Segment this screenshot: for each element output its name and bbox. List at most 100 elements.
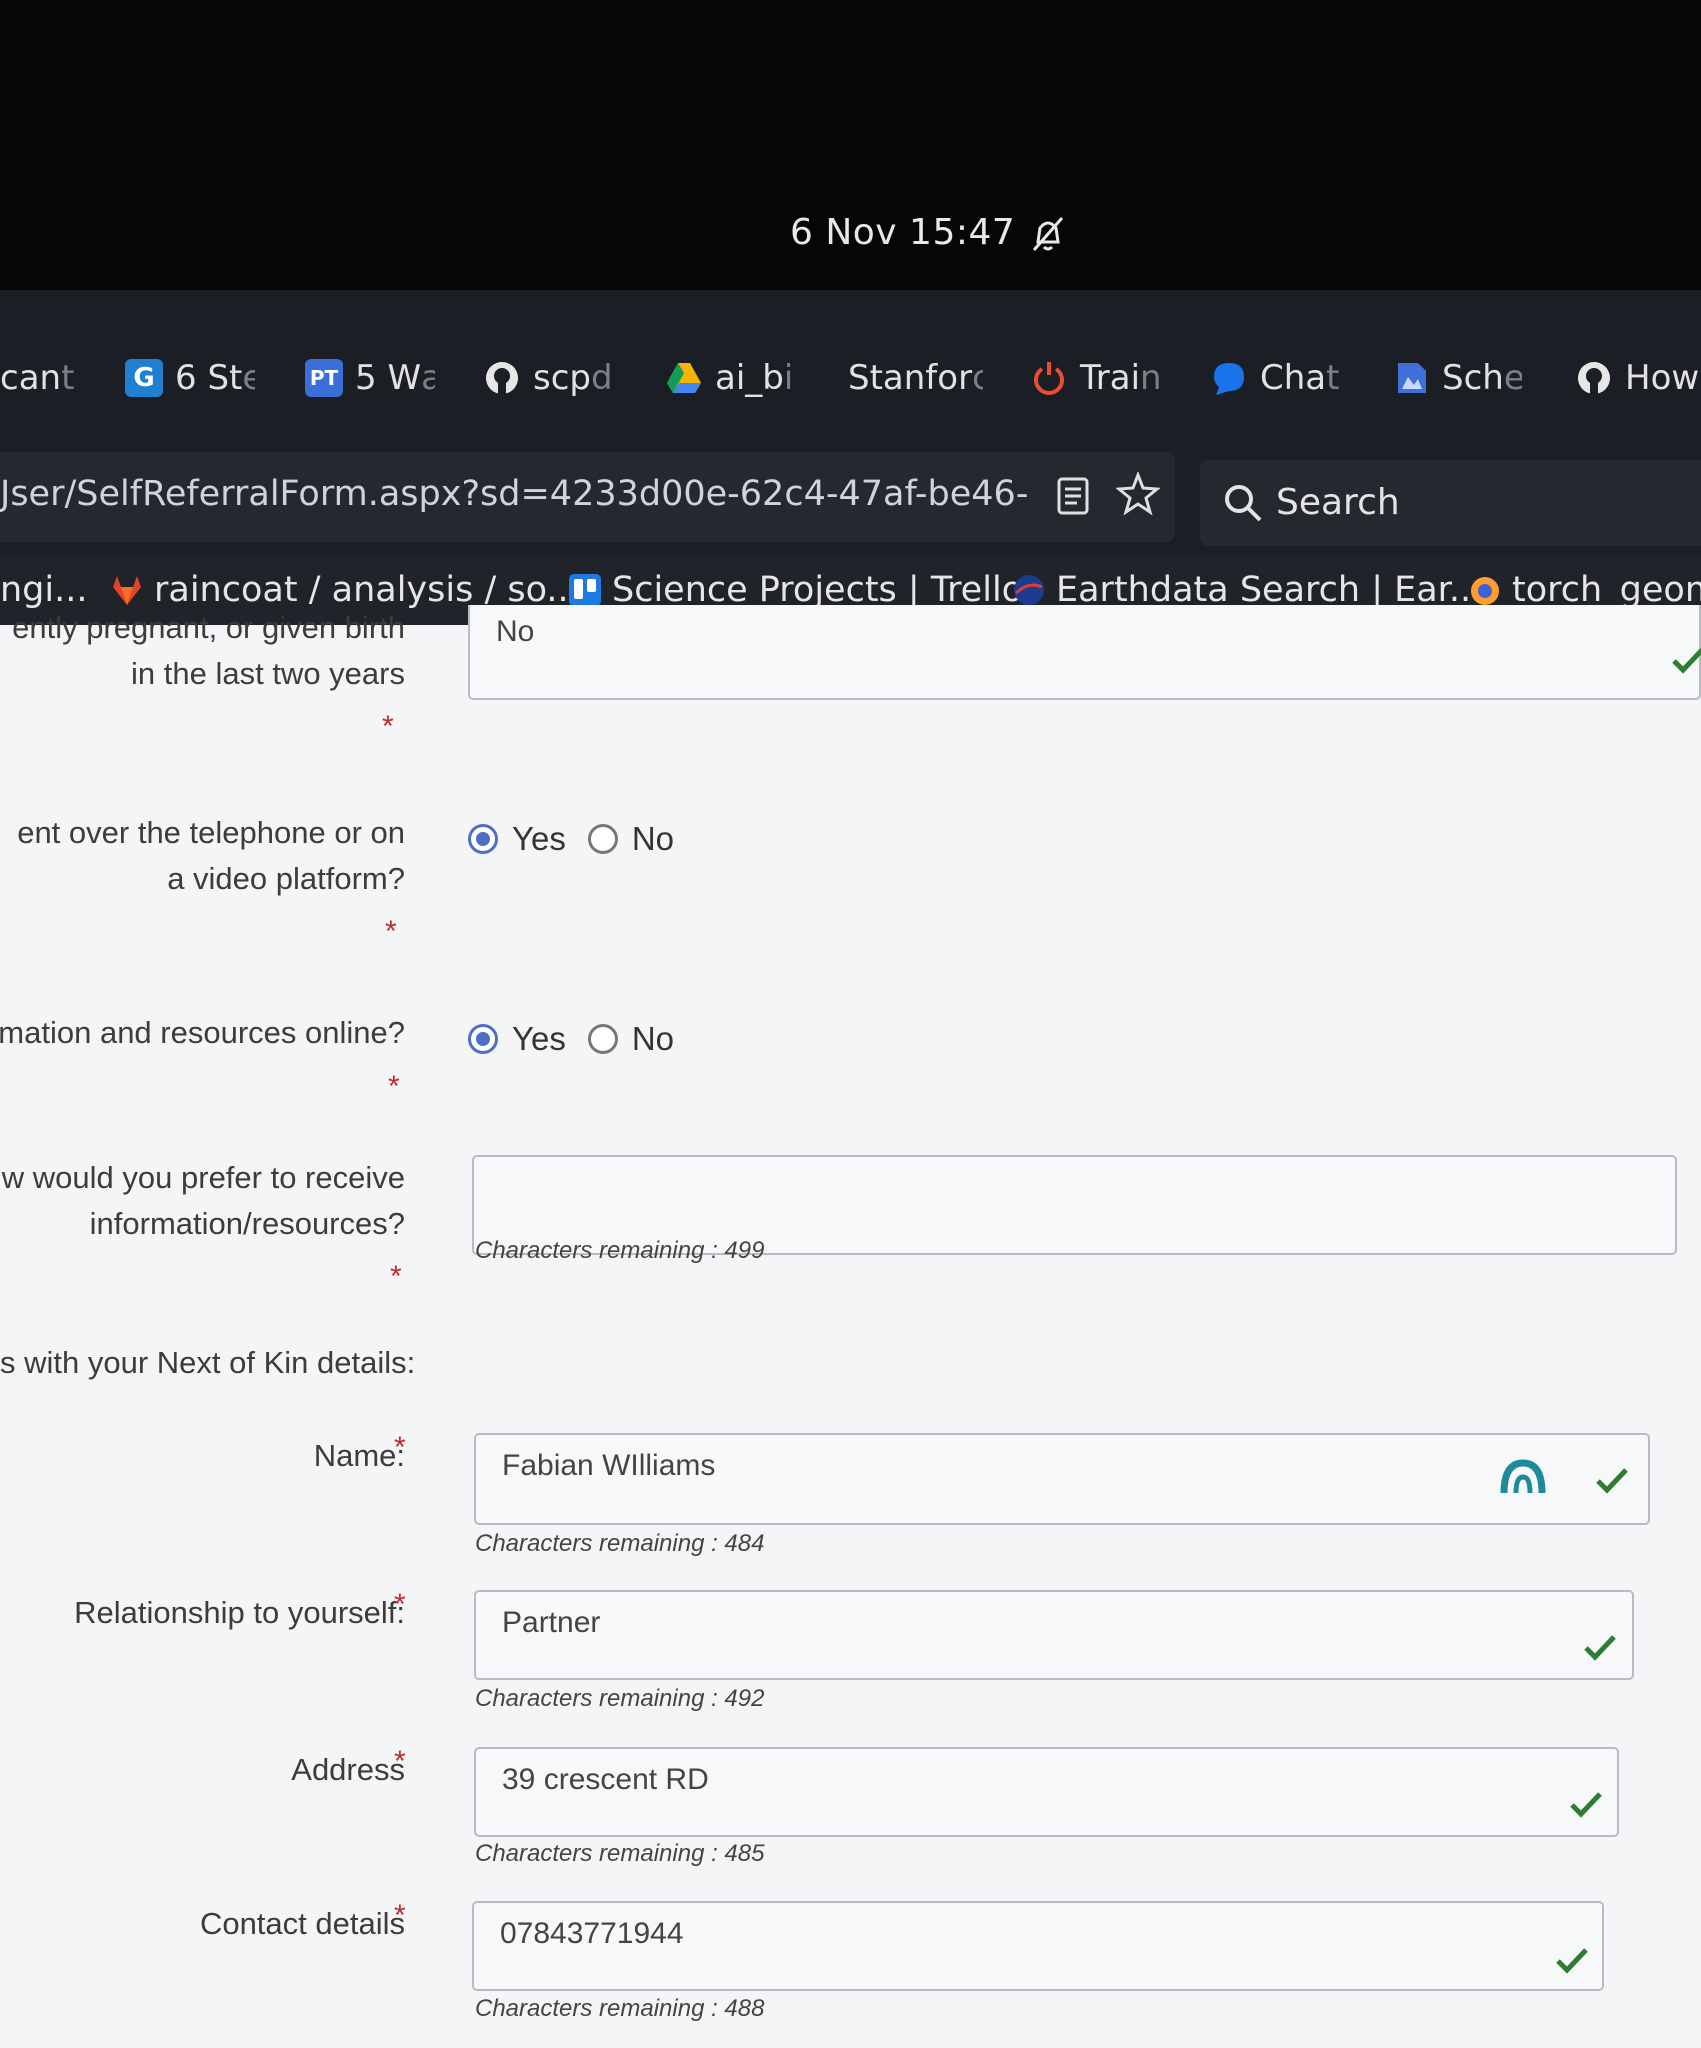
radio-label-no[interactable]: No xyxy=(632,1020,674,1058)
radio-label-yes[interactable]: Yes xyxy=(512,1020,566,1058)
address-value: 39 crescent RD xyxy=(502,1763,709,1796)
contact-chars-remaining: Characters remaining : 488 xyxy=(475,1995,765,2022)
address-label: Address xyxy=(291,1747,405,1793)
tab-6[interactable]: Trai n xyxy=(1030,350,1160,406)
bell-off-icon[interactable] xyxy=(1030,214,1066,254)
question-telephone-label: ent over the telephone or on a video pla… xyxy=(17,810,405,902)
reader-view-icon[interactable] xyxy=(1056,476,1090,516)
relationship-label-text: Relationship to yourself: xyxy=(74,1595,405,1630)
address-input[interactable]: 39 crescent RD xyxy=(474,1747,1619,1837)
checkmark-icon xyxy=(1556,1948,1588,1974)
relationship-chars-remaining: Characters remaining : 492 xyxy=(475,1685,765,1712)
checkmark-icon xyxy=(1584,1635,1616,1661)
name-chars-remaining: Characters remaining : 484 xyxy=(475,1530,765,1557)
question-line: mation and resources online? xyxy=(0,1015,405,1050)
required-mark: * xyxy=(394,1899,406,1932)
question-line: ently pregnant, or given birth xyxy=(12,610,405,645)
online-yes-radio[interactable] xyxy=(468,1024,498,1054)
tab-4[interactable]: ai_b i xyxy=(665,350,795,406)
tab-1[interactable]: G 6 St e xyxy=(125,350,255,406)
question-line: a video platform? xyxy=(167,861,405,896)
nasa-icon xyxy=(1014,575,1044,605)
pt-icon: PT xyxy=(305,359,343,397)
tab-label: can xyxy=(0,358,62,398)
bookmark-star-icon[interactable] xyxy=(1116,472,1160,516)
tab-label: Cha xyxy=(1260,358,1327,398)
name-input[interactable]: Fabian WIlliams xyxy=(474,1433,1650,1525)
tab-label: Trai xyxy=(1080,358,1141,398)
g-icon: G xyxy=(125,359,163,397)
github-icon xyxy=(1578,362,1610,395)
relationship-input[interactable]: Partner xyxy=(474,1590,1634,1680)
contact-input[interactable]: 07843771944 xyxy=(472,1901,1604,1991)
tab-label: Sch xyxy=(1442,358,1504,398)
radio-label-yes[interactable]: Yes xyxy=(512,820,566,858)
required-mark: * xyxy=(394,1588,406,1621)
search-input[interactable]: Search xyxy=(1276,482,1400,523)
telephone-no-radio[interactable] xyxy=(587,824,618,854)
online-radio-group: Yes No xyxy=(468,1020,696,1058)
tab-3[interactable]: scp d xyxy=(483,350,623,406)
contact-value: 07843771944 xyxy=(500,1917,684,1950)
online-no-radio[interactable] xyxy=(587,1024,618,1054)
system-top-bar: 6 Nov 15:47 xyxy=(0,0,1701,290)
tab-0[interactable]: can t xyxy=(0,350,80,406)
question-online-label: mation and resources online? xyxy=(0,1010,405,1056)
question-line: in the last two years xyxy=(131,656,405,691)
tab-label: scp xyxy=(533,358,591,398)
tab-2[interactable]: PT 5 Wa xyxy=(305,350,435,406)
url-text[interactable]: Jser/SelfReferralForm.aspx?sd=4233d00e-6… xyxy=(0,474,1030,514)
checkmark-icon xyxy=(1570,1792,1602,1818)
tab-label: How xyxy=(1625,358,1700,398)
tab-label-fade: i xyxy=(783,358,794,398)
tab-9[interactable]: How xyxy=(1575,350,1701,406)
tab-label: ai_b xyxy=(715,358,784,398)
pregnant-value: No xyxy=(496,615,535,648)
google-drive-icon xyxy=(667,363,701,393)
checkmark-icon xyxy=(1596,1468,1628,1494)
tab-label: 6 St xyxy=(175,358,243,398)
bookmark-label: Science Projects | Trello xyxy=(612,570,1024,610)
address-label-text: Address xyxy=(291,1752,405,1787)
telephone-radio-group: Yes No xyxy=(468,820,696,858)
tab-label-fade: n xyxy=(1140,358,1160,398)
telephone-yes-radio[interactable] xyxy=(468,824,498,854)
checkmark-icon xyxy=(1672,648,1701,674)
tab-label-fade: c xyxy=(972,358,983,398)
relationship-label: Relationship to yourself: xyxy=(74,1590,405,1636)
trello-icon xyxy=(569,574,601,606)
question-line: ent over the telephone or on xyxy=(17,815,405,850)
address-chars-remaining: Characters remaining : 485 xyxy=(475,1840,765,1867)
prefer-chars-remaining: Characters remaining : 499 xyxy=(475,1237,765,1264)
password-manager-icon[interactable] xyxy=(1500,1457,1546,1497)
required-mark: * xyxy=(394,1745,406,1778)
tab-8[interactable]: Sch e xyxy=(1392,350,1522,406)
question-line: w would you prefer to receive xyxy=(1,1160,405,1195)
bookmark-label: raincoat / analysis / so... xyxy=(154,570,580,610)
browser-tab-strip: can t G 6 St e PT 5 Wa scp d ai_b i Stanfor… xyxy=(0,290,1701,440)
name-label-text: Name: xyxy=(313,1438,405,1473)
name-label: Name: xyxy=(314,1433,405,1479)
pregnant-select[interactable]: No xyxy=(468,605,1701,700)
chat-icon xyxy=(1214,363,1244,395)
tab-5[interactable]: Stanfor c xyxy=(848,350,983,406)
url-bar[interactable]: Jser/SelfReferralForm.aspx?sd=4233d00e-6… xyxy=(0,452,1175,542)
search-box[interactable]: Search xyxy=(1200,460,1701,546)
radio-label-no[interactable]: No xyxy=(632,820,674,858)
required-mark: * xyxy=(394,1431,406,1464)
navigation-bar: Jser/SelfReferralForm.aspx?sd=4233d00e-6… xyxy=(0,440,1701,555)
gitlab-icon xyxy=(113,576,141,605)
required-mark: * xyxy=(388,1070,400,1103)
question-line: information/resources? xyxy=(89,1206,405,1241)
torch-icon xyxy=(1471,577,1499,605)
question-prefer-label: w would you prefer to receive informatio… xyxy=(2,1155,405,1247)
required-mark: * xyxy=(385,915,397,948)
tab-label: 5 W xyxy=(355,358,422,398)
search-icon xyxy=(1225,485,1262,522)
contact-label: Contact details xyxy=(200,1901,405,1947)
tab-label-fade: d xyxy=(591,358,613,398)
contact-label-text: Contact details xyxy=(199,1906,405,1941)
clock[interactable]: 6 Nov 15:47 xyxy=(790,212,1015,253)
tab-7[interactable]: Cha t xyxy=(1210,350,1340,406)
required-mark: * xyxy=(390,1260,402,1293)
